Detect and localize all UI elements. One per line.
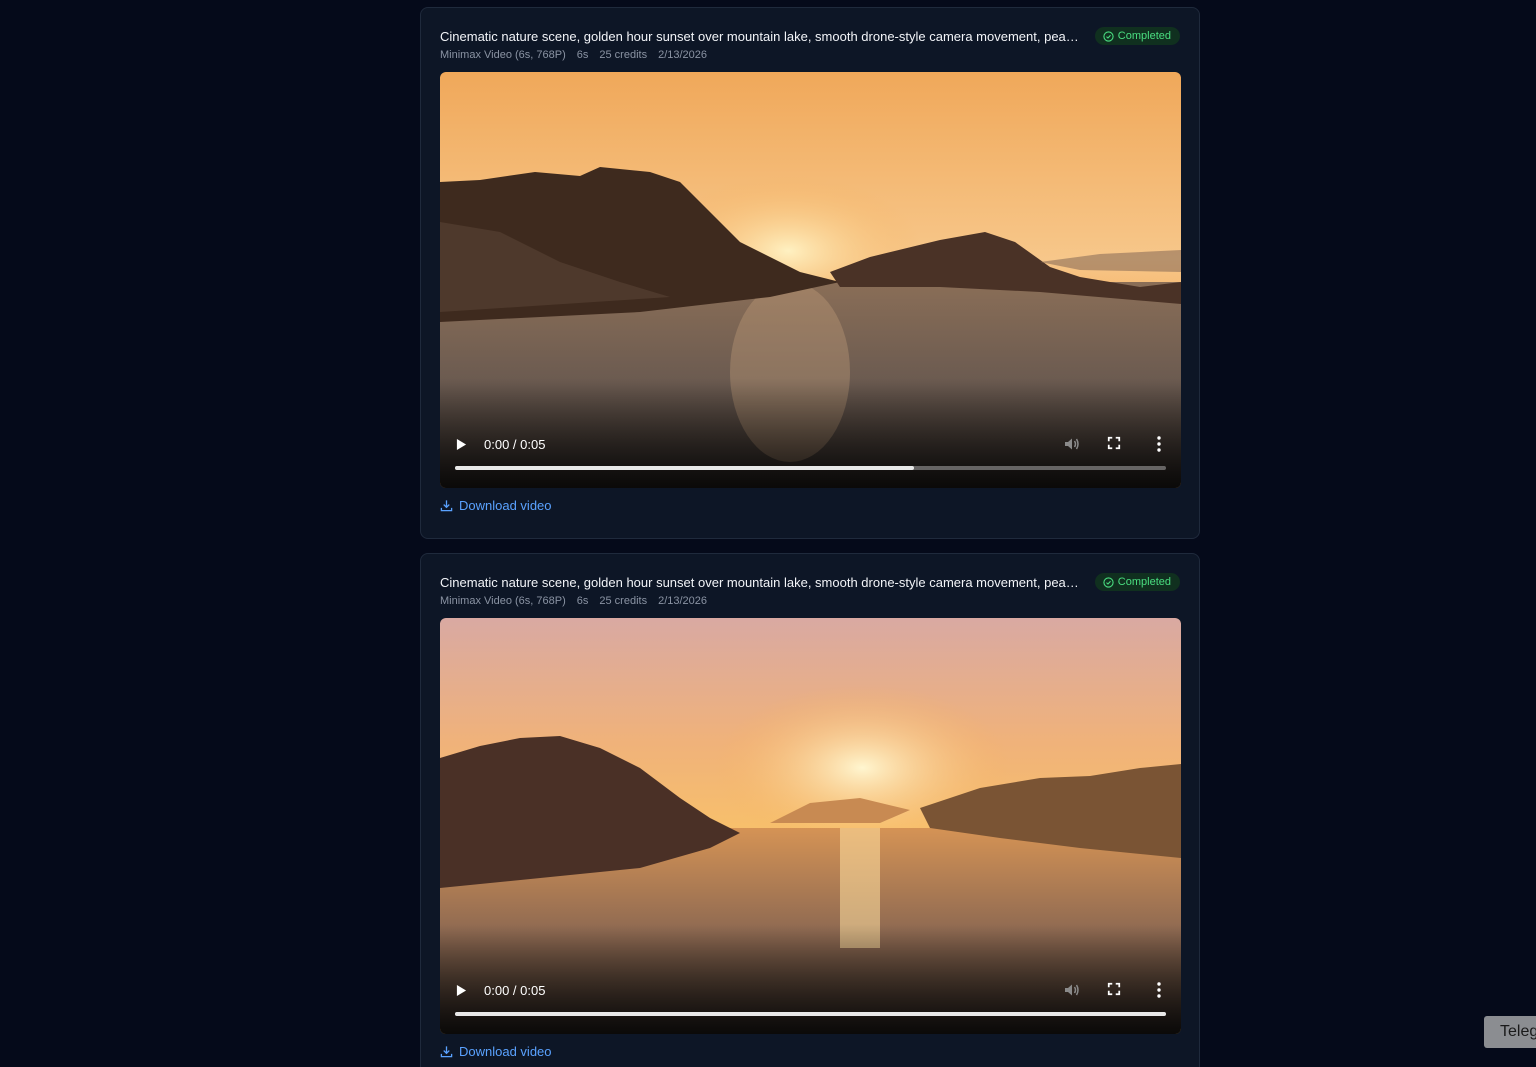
meta-date: 2/13/2026 — [658, 595, 708, 607]
video-player[interactable]: 0:00 / 0:05 — [440, 618, 1181, 1034]
prompt-text: Cinematic nature scene, golden hour suns… — [440, 574, 1080, 590]
check-circle-icon — [1103, 30, 1114, 42]
volume-icon — [1065, 984, 1079, 996]
fullscreen-button[interactable] — [1107, 436, 1123, 452]
controls-overlay — [440, 378, 1181, 488]
play-button[interactable] — [456, 982, 470, 998]
page: Cinematic nature scene, golden hour suns… — [0, 0, 1536, 1067]
more-options-button[interactable] — [1153, 981, 1165, 999]
meta-date: 2/13/2026 — [658, 49, 708, 61]
status-badge: Completed — [1094, 27, 1180, 45]
fullscreen-button[interactable] — [1107, 982, 1123, 998]
progress-fill — [455, 1012, 1166, 1016]
prompt-text: Cinematic nature scene, golden hour suns… — [440, 28, 1080, 44]
video-card: Cinematic nature scene, golden hour suns… — [420, 553, 1200, 1067]
download-icon — [440, 500, 453, 512]
mute-button[interactable] — [1063, 435, 1081, 453]
play-button[interactable] — [456, 436, 470, 452]
controls-overlay — [440, 924, 1181, 1034]
time-display: 0:00 / 0:05 — [484, 982, 546, 998]
telegram-button[interactable]: Telegram — [1484, 1016, 1536, 1048]
play-icon — [456, 438, 467, 450]
download-icon — [440, 1046, 453, 1058]
video-meta: Minimax Video (6s, 768P) 6s 25 credits 2… — [440, 49, 1180, 61]
controls-bar: 0:00 / 0:05 — [440, 434, 1181, 454]
download-video-link[interactable]: Download video — [440, 498, 1180, 513]
video-player[interactable]: 0:00 / 0:05 — [440, 72, 1181, 488]
meta-credits: 25 credits — [599, 595, 648, 607]
card-header: Cinematic nature scene, golden hour suns… — [440, 27, 1180, 45]
play-icon — [456, 984, 467, 996]
video-card: Cinematic nature scene, golden hour suns… — [420, 7, 1200, 539]
mute-button[interactable] — [1063, 981, 1081, 999]
meta-duration: 6s — [576, 595, 589, 607]
check-circle-icon — [1103, 576, 1114, 588]
meta-duration: 6s — [576, 49, 589, 61]
download-label: Download video — [459, 498, 552, 513]
meta-credits: 25 credits — [599, 49, 648, 61]
more-vertical-icon — [1157, 436, 1161, 452]
meta-model: Minimax Video (6s, 768P) — [440, 49, 566, 61]
more-vertical-icon — [1157, 982, 1161, 998]
fullscreen-icon — [1107, 982, 1121, 996]
more-options-button[interactable] — [1153, 435, 1165, 453]
status-label: Completed — [1117, 30, 1171, 42]
controls-bar: 0:00 / 0:05 — [440, 980, 1181, 1000]
status-label: Completed — [1117, 576, 1171, 588]
video-meta: Minimax Video (6s, 768P) 6s 25 credits 2… — [440, 595, 1180, 607]
card-header: Cinematic nature scene, golden hour suns… — [440, 573, 1180, 591]
volume-icon — [1065, 438, 1079, 450]
time-display: 0:00 / 0:05 — [484, 436, 546, 452]
download-video-link[interactable]: Download video — [440, 1044, 1180, 1059]
progress-bar[interactable] — [455, 1012, 1166, 1016]
download-label: Download video — [459, 1044, 552, 1059]
progress-fill — [455, 466, 914, 470]
meta-model: Minimax Video (6s, 768P) — [440, 595, 566, 607]
fullscreen-icon — [1107, 436, 1121, 450]
status-badge: Completed — [1094, 573, 1180, 591]
progress-bar[interactable] — [455, 466, 1166, 470]
